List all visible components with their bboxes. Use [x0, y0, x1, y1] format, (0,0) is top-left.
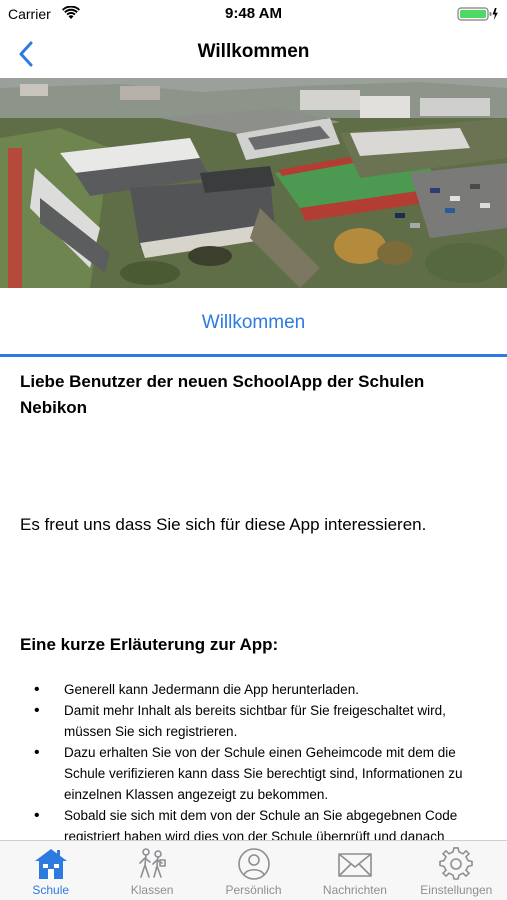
list-item: Sobald sie sich mit dem von der Schule a…	[34, 805, 496, 840]
list-item: Generell kann Jedermann die App herunter…	[34, 679, 496, 700]
navigation-bar: Willkommen	[0, 28, 507, 78]
tab-schule[interactable]: Schule	[0, 841, 101, 900]
status-time: 9:48 AM	[225, 5, 282, 22]
tab-nachrichten[interactable]: Nachrichten	[304, 841, 405, 900]
explanation-list: Generell kann Jedermann die App herunter…	[34, 679, 496, 840]
tab-label: Persönlich	[225, 883, 282, 897]
tab-label: Nachrichten	[322, 883, 387, 897]
students-icon	[139, 848, 166, 878]
explanation-heading: Eine kurze Erläuterung zur App:	[20, 635, 279, 654]
tab-persoenlich[interactable]: Persönlich	[203, 841, 304, 900]
list-item: Dazu erhalten Sie von der Schule einen G…	[34, 742, 496, 805]
list-item: Damit mehr Inhalt als bereits sichtbar f…	[34, 700, 496, 742]
tab-label: Einstellungen	[420, 883, 493, 897]
tab-einstellungen[interactable]: Einstellungen	[406, 841, 507, 900]
status-bar: Carrier 9:48 AM	[0, 0, 507, 28]
person-icon	[237, 848, 270, 880]
section-title: Willkommen	[201, 312, 306, 333]
gear-icon	[439, 847, 474, 880]
tab-klassen[interactable]: Klassen	[101, 841, 202, 900]
intro-heading: Liebe Benutzer der neuen SchoolApp der S…	[20, 372, 425, 417]
page-title: Willkommen	[197, 41, 310, 62]
school-icon	[34, 849, 67, 879]
tab-label: Klassen	[130, 883, 174, 897]
battery-icon	[457, 7, 498, 21]
envelope-icon	[338, 853, 372, 877]
tab-bar: Schule Klassen Persönlich Nachrichten Ei…	[0, 840, 507, 900]
tab-label: Schule	[32, 883, 70, 897]
school-aerial-photo	[0, 78, 507, 288]
welcome-content: Liebe Benutzer der neuen SchoolApp der S…	[0, 357, 507, 840]
intro-text: Es freut uns dass Sie sich für diese App…	[20, 515, 427, 534]
